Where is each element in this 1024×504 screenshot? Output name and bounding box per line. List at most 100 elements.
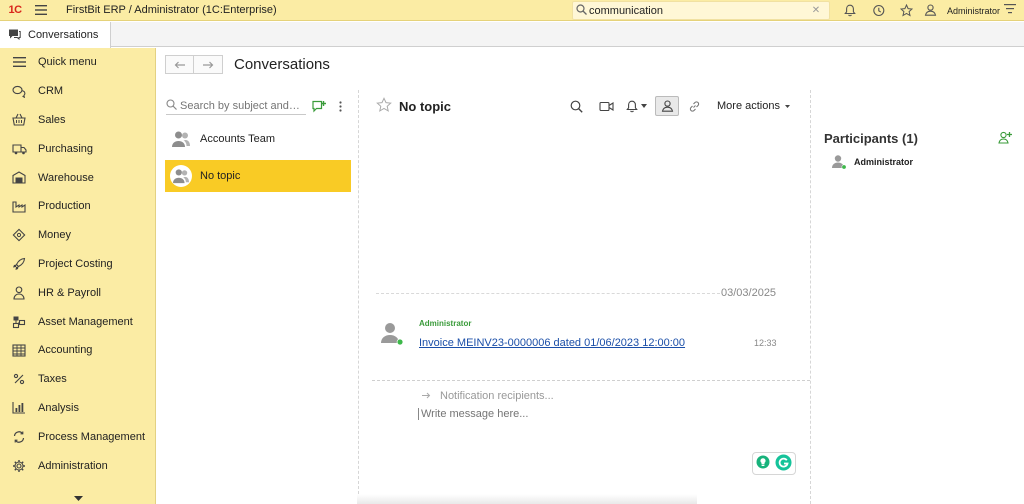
date-divider: [376, 293, 720, 294]
avatar: [379, 321, 405, 347]
sidebar-item-taxes[interactable]: Taxes: [0, 365, 155, 394]
sidebar-item-label: Money: [38, 229, 72, 242]
sidebar-item-production[interactable]: Production: [0, 192, 155, 221]
app-logo[interactable]: 1С: [0, 0, 30, 21]
more-actions-button[interactable]: More actions: [717, 100, 790, 112]
sidebar-item-label: Warehouse: [38, 171, 94, 184]
history-icon[interactable]: [864, 0, 892, 21]
participants-panel: Participants (1) Administrator: [810, 90, 1024, 504]
more-actions-label: More actions: [717, 100, 780, 112]
sidebar-item-asset-management[interactable]: Asset Management: [0, 307, 155, 336]
page-title: Conversations: [234, 56, 330, 73]
sidebar-item-label: Quick menu: [38, 56, 97, 69]
sidebar-item-process-management[interactable]: Process Management: [0, 422, 155, 451]
user-menu[interactable]: Administrator: [924, 3, 1001, 18]
notification-recipients[interactable]: Notification recipients...: [422, 390, 554, 402]
sidebar-item-label: Analysis: [38, 401, 79, 414]
user-icon: [924, 3, 937, 18]
sidebar-item-accounting[interactable]: Accounting: [0, 336, 155, 365]
sections-sidebar: Quick menu CRM Sales Purchasing Warehous…: [0, 48, 156, 504]
participant-item[interactable]: Administrator: [831, 154, 913, 170]
participants-toggle-button[interactable]: [655, 96, 679, 116]
open-tabs-bar: Conversations: [0, 22, 1024, 48]
conversations-page: Conversations Accounts Team No topic: [157, 48, 1024, 504]
sidebar-item-purchasing[interactable]: Purchasing: [0, 134, 155, 163]
sidebar-item-label: Production: [38, 200, 91, 213]
participant-name: Administrator: [854, 157, 914, 167]
factory-icon: [11, 198, 27, 214]
sidebar-item-money[interactable]: Money: [0, 221, 155, 250]
message-author: Administrator: [419, 319, 472, 328]
lightbulb-icon[interactable]: [756, 455, 770, 472]
top-bar: 1С FirstBit ERP / Administrator (1C:Ente…: [0, 0, 1024, 21]
composer-divider: [372, 380, 810, 381]
sidebar-item-administration[interactable]: Administration: [0, 451, 155, 480]
tab-label: Conversations: [28, 29, 99, 41]
favorite-star-icon[interactable]: [376, 97, 392, 118]
sidebar-item-label: Taxes: [38, 373, 67, 386]
sidebar-item-analysis[interactable]: Analysis: [0, 394, 155, 423]
new-conversation-icon[interactable]: [311, 98, 327, 114]
favorites-star-icon[interactable]: [892, 0, 920, 21]
chat-title: No topic: [399, 99, 451, 114]
gear-icon: [11, 458, 27, 474]
message-input[interactable]: [418, 408, 798, 420]
cycle-icon: [11, 429, 27, 445]
conversation-list: Accounts Team No topic: [157, 90, 359, 504]
message-time: 12:33: [754, 338, 777, 348]
chat-toolbar: More actions: [561, 96, 790, 116]
global-search[interactable]: ✕: [572, 1, 830, 20]
notification-settings-icon[interactable]: [621, 100, 651, 113]
conversation-label: Accounts Team: [200, 133, 276, 145]
group-avatar-icon: [170, 165, 192, 187]
sidebar-item-label: CRM: [38, 85, 64, 98]
sidebar-item-crm[interactable]: CRM: [0, 77, 155, 106]
sidebar-item-label: Asset Management: [38, 315, 133, 328]
search-icon[interactable]: [561, 100, 591, 113]
user-name: Administrator: [947, 5, 1001, 16]
back-button[interactable]: [165, 55, 194, 74]
chat-panel: No topic 03/03/2025 Administrator Invoic…: [360, 90, 810, 504]
sidebar-item-label: Accounting: [38, 344, 93, 357]
grammarly-widget[interactable]: [752, 452, 796, 475]
conversation-label: No topic: [200, 170, 241, 182]
sidebar-item-sales[interactable]: Sales: [0, 106, 155, 135]
conversation-search-input[interactable]: [180, 99, 300, 112]
list-item[interactable]: Accounts Team: [165, 123, 351, 155]
sidebar-item-quick-menu[interactable]: Quick menu: [0, 48, 155, 77]
sidebar-item-hr-payroll[interactable]: HR & Payroll: [0, 278, 155, 307]
notifications-bell-icon[interactable]: [836, 0, 864, 21]
list-item[interactable]: No topic: [165, 160, 351, 192]
more-options-icon[interactable]: [335, 98, 345, 114]
global-search-input[interactable]: [589, 4, 809, 17]
sidebar-item-label: Sales: [38, 113, 66, 126]
video-call-icon[interactable]: [591, 101, 621, 112]
sidebar-item-warehouse[interactable]: Warehouse: [0, 163, 155, 192]
main-menu-icon[interactable]: [30, 0, 52, 21]
participants-title: Participants (1): [824, 131, 918, 146]
forward-button[interactable]: [194, 55, 223, 74]
window-shadow: [357, 494, 697, 504]
warehouse-icon: [11, 170, 27, 186]
message-date: 03/03/2025: [721, 287, 777, 299]
sidebar-item-project-costing[interactable]: Project Costing: [0, 250, 155, 279]
clear-search-icon[interactable]: ✕: [809, 5, 823, 16]
avatar: [831, 154, 847, 170]
grammarly-icon[interactable]: [775, 454, 792, 474]
money-icon: [11, 227, 27, 243]
message-document-link[interactable]: Invoice MEINV23-0000006 dated 01/06/2023…: [419, 337, 685, 349]
settings-menu-icon[interactable]: [1004, 3, 1016, 17]
sidebar-scroll-down[interactable]: [0, 492, 156, 504]
sidebar-item-label: Project Costing: [38, 257, 113, 270]
app-title: FirstBit ERP / Administrator (1C:Enterpr…: [66, 4, 277, 16]
person-icon: [11, 285, 27, 301]
add-participant-icon[interactable]: [998, 131, 1012, 147]
tab-conversations[interactable]: Conversations: [0, 22, 111, 48]
conversation-search[interactable]: [166, 97, 306, 115]
link-icon[interactable]: [679, 100, 709, 113]
truck-icon: [11, 141, 27, 157]
asset-icon: [11, 314, 27, 330]
sidebar-item-label: HR & Payroll: [38, 286, 101, 299]
chat-bubbles-icon: [11, 83, 27, 99]
bar-chart-icon: [11, 400, 27, 416]
